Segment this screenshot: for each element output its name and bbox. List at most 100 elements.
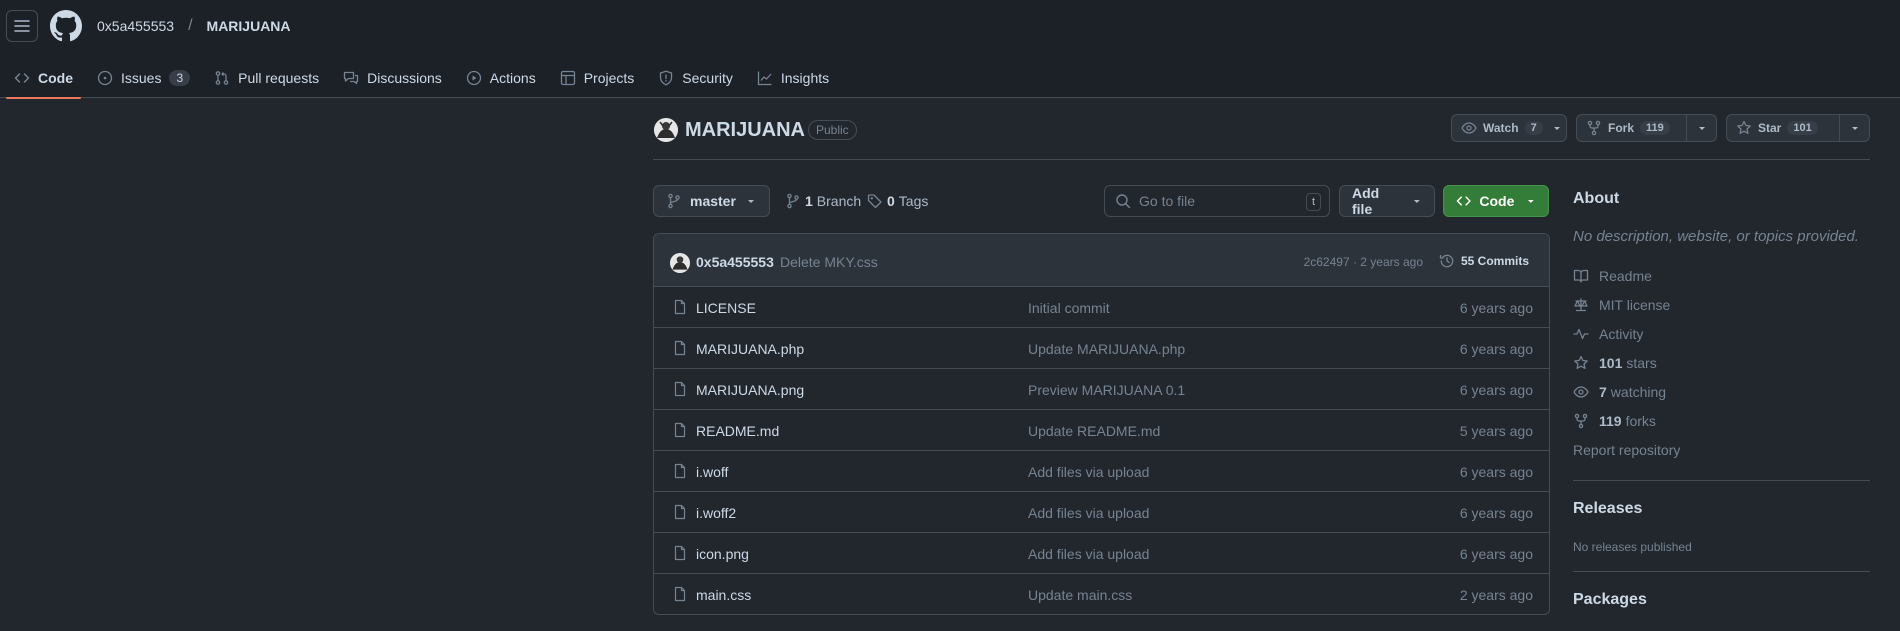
owner-avatar[interactable] (654, 118, 678, 142)
sidebar-divider (1573, 480, 1870, 481)
file-icon (674, 422, 686, 438)
commit-hash-age[interactable]: 2c62497 · 2 years ago (1304, 255, 1423, 269)
file-commit-message[interactable]: Add files via upload (1028, 505, 1149, 521)
tags-link[interactable]: 0 Tags (867, 193, 928, 209)
stars-count: 101 (1599, 354, 1623, 371)
github-logo-icon[interactable] (50, 10, 82, 42)
about-sidebar: About No description, website, or topics… (1573, 190, 1870, 464)
fork-dropdown[interactable] (1686, 115, 1716, 141)
file-row[interactable]: MARIJUANA.php Update MARIJUANA.php 6 years… (654, 328, 1549, 369)
report-repository-link[interactable]: Report repository (1573, 435, 1870, 464)
commit-author[interactable]: 0x5a455553 (696, 254, 774, 270)
commits-link[interactable]: 55 Commits (1439, 253, 1529, 269)
file-row[interactable]: icon.png Add files via upload 6 years ago (654, 533, 1549, 574)
breadcrumb-owner[interactable]: 0x5a455553 (97, 18, 174, 34)
readme-link[interactable]: Readme (1573, 261, 1870, 290)
search-placeholder: Go to file (1139, 193, 1196, 209)
tab-insights[interactable]: Insights (749, 58, 837, 98)
file-commit-age: 6 years ago (1459, 505, 1533, 521)
issue-icon (97, 70, 113, 86)
tab-security-label: Security (682, 70, 733, 86)
watching-link[interactable]: 7 watching (1573, 377, 1870, 406)
file-name[interactable]: icon.png (696, 546, 749, 562)
file-name[interactable]: i.woff2 (696, 505, 736, 521)
watch-button[interactable]: Watch 7 (1451, 114, 1567, 142)
file-icon (674, 340, 686, 356)
breadcrumb-repo[interactable]: MARIJUANA (207, 18, 291, 34)
file-commit-message[interactable]: Preview MARIJUANA 0.1 (1028, 382, 1185, 398)
tab-actions-label: Actions (489, 70, 536, 86)
forks-label: forks (1625, 412, 1656, 429)
commit-author-avatar[interactable] (670, 253, 690, 273)
file-icon (674, 463, 686, 479)
add-file-button[interactable]: Add file (1339, 185, 1435, 217)
file-name[interactable]: main.css (696, 587, 751, 603)
tab-issues-label: Issues (121, 70, 162, 86)
file-name[interactable]: MARIJUANA.png (696, 382, 804, 398)
search-shortcut: t (1305, 193, 1321, 211)
repo-name[interactable]: MARIJUANA (685, 119, 805, 142)
file-row[interactable]: LICENSE Initial commit 6 years ago (654, 287, 1549, 328)
activity-link[interactable]: Activity (1573, 319, 1870, 348)
fork-button[interactable]: Fork 119 (1576, 114, 1717, 142)
repo-title-row: MARIJUANA Public Watch 7 Fork 119 Star 1… (653, 114, 1870, 160)
file-row[interactable]: i.woff Add files via upload 6 years ago (654, 451, 1549, 492)
file-name[interactable]: README.md (696, 423, 779, 439)
file-commit-message[interactable]: Add files via upload (1028, 464, 1149, 480)
file-row[interactable]: i.woff2 Add files via upload 6 years ago (654, 492, 1549, 533)
menu-button[interactable] (6, 10, 38, 42)
tag-icon (867, 194, 882, 209)
chevron-down-icon (1528, 200, 1535, 203)
file-commit-message[interactable]: Update main.css (1028, 587, 1132, 603)
file-commit-age: 6 years ago (1459, 546, 1533, 562)
file-commit-message[interactable]: Update README.md (1028, 423, 1160, 439)
search-icon (1116, 194, 1131, 209)
discussion-icon (343, 71, 359, 85)
watching-count: 7 (1599, 383, 1607, 400)
file-row[interactable]: main.css Update main.css 2 years ago (654, 574, 1549, 614)
tab-code[interactable]: Code (6, 58, 81, 99)
file-commit-age: 6 years ago (1459, 382, 1533, 398)
tab-pull-requests[interactable]: Pull requests (206, 58, 327, 98)
go-to-file-search[interactable]: Go to file t (1104, 185, 1330, 217)
watch-dropdown[interactable] (1552, 115, 1568, 141)
file-commit-message[interactable]: Update MARIJUANA.php (1028, 341, 1185, 357)
file-table: 0x5a455553 Delete MKY.css 2c62497 · 2 ye… (653, 233, 1550, 615)
packages-title[interactable]: Packages (1573, 591, 1647, 609)
tab-issues[interactable]: Issues 3 (89, 58, 198, 98)
star-dropdown[interactable] (1839, 115, 1869, 141)
chevron-down-icon (747, 200, 754, 203)
tab-security[interactable]: Security (650, 58, 741, 98)
stars-link[interactable]: 101 stars (1573, 348, 1870, 377)
file-row[interactable]: README.md Update README.md 5 years ago (654, 410, 1549, 451)
license-link[interactable]: MIT license (1573, 290, 1870, 319)
file-icon (674, 381, 686, 397)
branch-selector[interactable]: master (653, 185, 770, 217)
breadcrumb: 0x5a455553 / MARIJUANA (97, 16, 291, 36)
chevron-down-icon (1698, 127, 1705, 130)
tab-actions[interactable]: Actions (458, 58, 544, 98)
file-commit-message[interactable]: Initial commit (1028, 300, 1110, 316)
star-button[interactable]: Star 101 (1726, 114, 1870, 142)
file-commit-message[interactable]: Add files via upload (1028, 546, 1149, 562)
tab-discussions[interactable]: Discussions (335, 58, 450, 98)
commit-message[interactable]: Delete MKY.css (780, 254, 878, 270)
releases-title[interactable]: Releases (1573, 500, 1642, 518)
code-button[interactable]: Code (1443, 185, 1549, 217)
license-label: MIT license (1599, 296, 1671, 313)
eye-icon (1461, 122, 1477, 134)
star-icon (1737, 120, 1751, 134)
repo-tabs: Code Issues 3 Pull requests Discussions … (6, 58, 845, 99)
forks-link[interactable]: 119 forks (1573, 406, 1870, 435)
file-name[interactable]: MARIJUANA.php (696, 341, 804, 357)
branch-icon (787, 193, 799, 209)
tab-insights-label: Insights (780, 70, 830, 86)
file-row[interactable]: MARIJUANA.png Preview MARIJUANA 0.1 6 year… (654, 369, 1549, 410)
code-icon (14, 73, 30, 83)
about-links: Readme MIT license Activity 101 stars 7 … (1573, 261, 1870, 464)
branches-link[interactable]: 1 Branch (785, 193, 861, 209)
tab-projects[interactable]: Projects (552, 58, 643, 98)
file-name[interactable]: i.woff (696, 464, 728, 480)
file-name[interactable]: LICENSE (696, 300, 756, 316)
fork-icon (1587, 120, 1601, 136)
